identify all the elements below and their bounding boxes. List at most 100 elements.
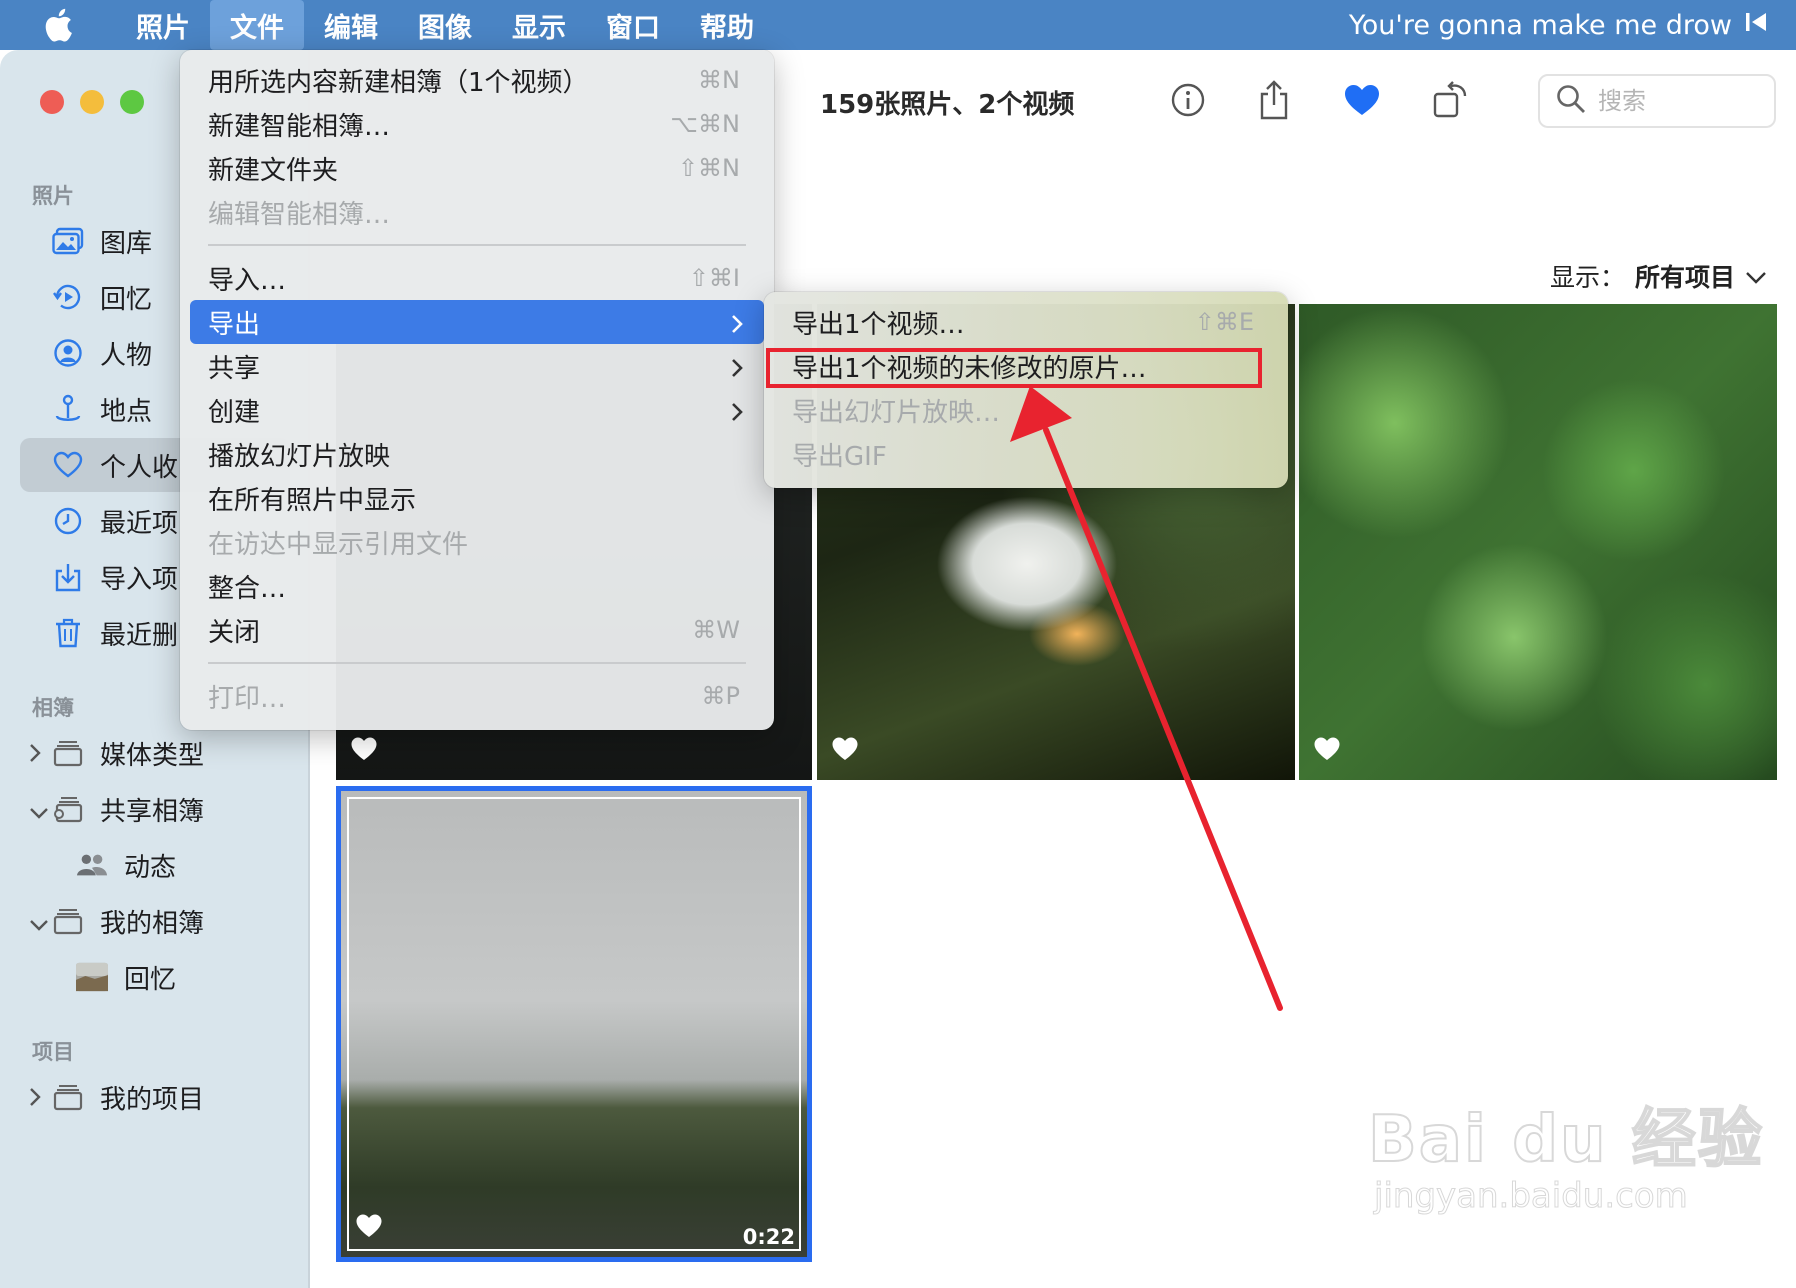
show-filter-value: 所有项目 [1635, 263, 1736, 292]
favorite-heart-icon [355, 1213, 383, 1243]
menu-item-label: 整合… [208, 573, 287, 604]
search-icon [1556, 84, 1586, 118]
people-icon [52, 337, 84, 369]
menu-item-label: 在访达中显示引用文件 [208, 529, 469, 560]
menu-item-shortcut: ⇧⌘N [677, 154, 740, 182]
menu-item-edit-smart-album: 编辑智能相簿… [190, 190, 764, 234]
sidebar-item-label: 媒体类型 [100, 740, 205, 771]
chevron-down-icon[interactable] [28, 909, 50, 939]
sidebar-item-label: 导入项 [100, 564, 179, 595]
menu-item-show-in-all-photos[interactable]: 在所有照片中显示 [190, 476, 764, 520]
menu-item-export[interactable]: 导出 [190, 300, 764, 344]
menu-item-shortcut: ⌘W [692, 616, 740, 644]
menu-view[interactable]: 显示 [492, 0, 586, 50]
share-icon [1260, 80, 1288, 120]
sidebar-item-label: 我的相簿 [100, 908, 205, 939]
menu-item-share[interactable]: 共享 [190, 344, 764, 388]
sidebar-item-media-types[interactable]: 媒体类型 [20, 726, 290, 780]
menu-item-label: 编辑智能相簿… [208, 199, 391, 230]
section-title-albums: 相簿 [32, 696, 74, 720]
sidebar-item-my-albums[interactable]: 我的相簿 [20, 894, 290, 948]
video-duration: 0:22 [742, 1225, 795, 1249]
show-filter-dropdown[interactable]: 显示： 所有项目 [1550, 258, 1767, 294]
menu-item-close[interactable]: 关闭 ⌘W [190, 608, 764, 652]
menu-item-export-gif: 导出GIF [774, 432, 1278, 476]
menu-item-label: 导出1个视频… [792, 309, 965, 340]
info-button[interactable] [1166, 78, 1210, 122]
library-icon [52, 225, 84, 257]
sidebar-item-label: 我的项目 [100, 1084, 205, 1115]
people-pair-icon [76, 849, 108, 881]
menu-item-export-video[interactable]: 导出1个视频… ⇧⌘E [774, 300, 1278, 344]
import-icon [52, 561, 84, 593]
map-pin-icon [52, 393, 84, 425]
sidebar-item-label: 人物 [100, 340, 153, 371]
menu-item-shortcut: ⇧⌘E [1194, 308, 1254, 336]
zoom-window-button[interactable] [120, 90, 144, 114]
photo-thumbnail[interactable] [1299, 304, 1777, 780]
video-thumbnail-selected[interactable]: 0:22 [336, 786, 812, 1262]
sidebar-item-memories-album[interactable]: 回忆 [20, 950, 290, 1004]
chevron-right-icon[interactable] [28, 741, 42, 771]
now-playing-title: You're gonna make me drow [1348, 9, 1732, 41]
clock-icon [52, 505, 84, 537]
menu-item-label: 打印… [208, 683, 287, 714]
menu-item-show-in-finder: 在访达中显示引用文件 [190, 520, 764, 564]
chevron-right-icon[interactable] [28, 1085, 42, 1115]
sidebar-item-label: 个人收 [100, 452, 179, 483]
album-stack-icon [52, 1081, 84, 1113]
menu-window[interactable]: 窗口 [586, 0, 680, 50]
search-field[interactable] [1538, 74, 1776, 128]
share-button[interactable] [1252, 78, 1296, 122]
chevron-down-icon[interactable] [28, 797, 50, 827]
close-window-button[interactable] [40, 90, 64, 114]
now-playing[interactable]: You're gonna make me drow [1349, 0, 1768, 50]
favorite-heart-icon [1313, 736, 1341, 766]
minimize-window-button[interactable] [80, 90, 104, 114]
menu-item-consolidate[interactable]: 整合… [190, 564, 764, 608]
menu-item-print: 打印… ⌘P [190, 674, 764, 718]
menu-item-create[interactable]: 创建 [190, 388, 764, 432]
menu-item-new-folder[interactable]: 新建文件夹 ⇧⌘N [190, 146, 764, 190]
menu-separator [208, 662, 746, 664]
menu-item-new-album-from-selection[interactable]: 用所选内容新建相簿（1个视频） ⌘N [190, 58, 764, 102]
menu-item-label: 新建文件夹 [208, 155, 339, 186]
watermark-url: jingyan.baidu.com [1374, 1176, 1689, 1217]
menu-item-import[interactable]: 导入… ⇧⌘I [190, 256, 764, 300]
menu-edit[interactable]: 编辑 [304, 0, 398, 50]
menu-item-label: 导出 [208, 309, 261, 340]
sidebar-item-my-projects[interactable]: 我的项目 [20, 1070, 290, 1124]
menu-image[interactable]: 图像 [398, 0, 492, 50]
submenu-arrow-icon [730, 356, 744, 386]
sidebar-item-shared-albums[interactable]: 共享相簿 [20, 782, 290, 836]
info-icon [1171, 83, 1205, 117]
menu-file[interactable]: 文件 [210, 0, 304, 50]
menu-help[interactable]: 帮助 [680, 0, 774, 50]
sidebar-item-label: 共享相簿 [100, 796, 205, 827]
sidebar-item-label: 最近删 [100, 620, 179, 651]
menu-item-label: 创建 [208, 397, 261, 428]
album-thumbnail [76, 961, 108, 993]
favorite-heart-icon [350, 736, 378, 766]
shared-album-icon [52, 793, 84, 825]
show-filter-label: 显示： [1550, 263, 1626, 292]
apple-icon[interactable] [34, 0, 82, 50]
watermark-brand: Bai du 经验 [1367, 1102, 1764, 1178]
menu-item-label: 新建智能相簿… [208, 111, 391, 142]
menu-item-play-slideshow[interactable]: 播放幻灯片放映 [190, 432, 764, 476]
menu-photos[interactable]: 照片 [116, 0, 210, 50]
heart-outline-icon [52, 449, 84, 481]
favorite-button[interactable] [1340, 78, 1384, 122]
rotate-button[interactable] [1428, 78, 1472, 122]
menu-item-new-smart-album[interactable]: 新建智能相簿… ⌥⌘N [190, 102, 764, 146]
library-count-title: 159张照片、2个视频 [820, 90, 1075, 120]
selection-inner-border [347, 797, 801, 1251]
favorite-heart-icon [831, 736, 859, 766]
section-title-projects: 项目 [32, 1040, 74, 1064]
search-input[interactable] [1598, 87, 1748, 115]
previous-track-icon[interactable] [1744, 10, 1768, 41]
menu-item-label: 关闭 [208, 617, 261, 648]
album-stack-icon [52, 737, 84, 769]
sidebar-item-activity[interactable]: 动态 [20, 838, 290, 892]
baidu-jingyan-watermark: Bai du 经验 jingyan.baidu.com [1367, 1088, 1764, 1217]
